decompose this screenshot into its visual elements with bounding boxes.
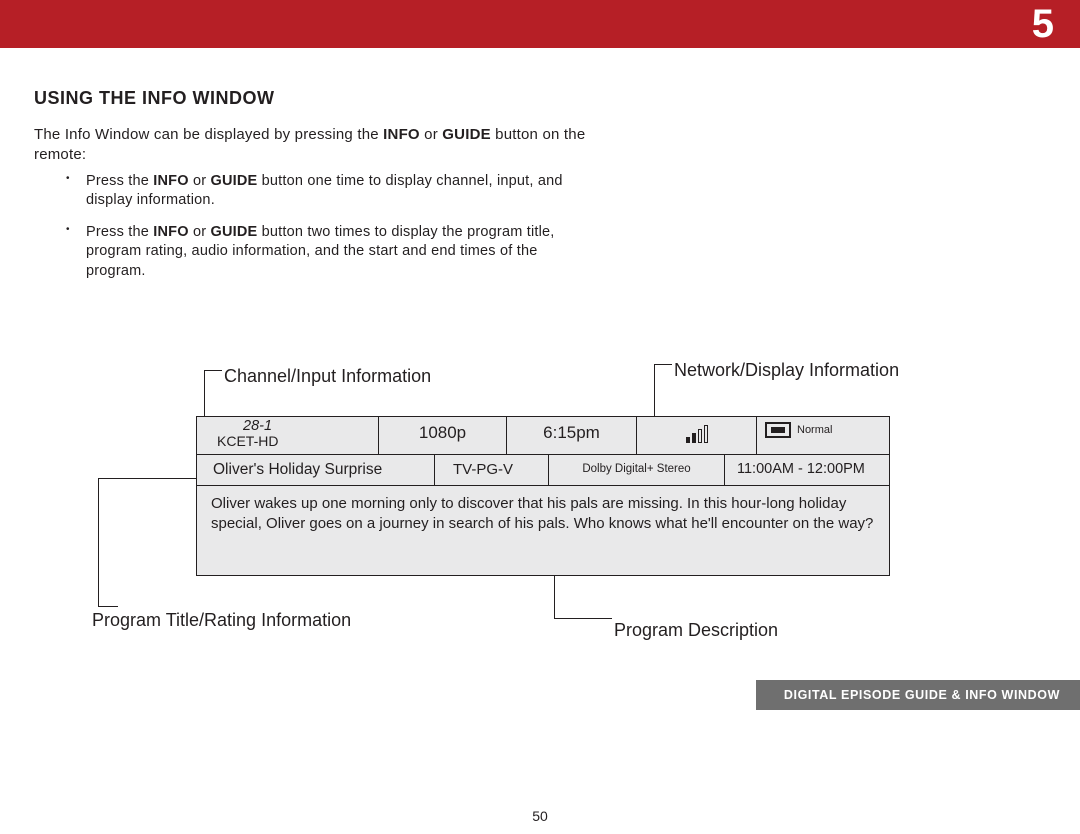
bullet1-mid: or (189, 173, 211, 189)
signal-cell (637, 417, 757, 454)
info-row-1: 28-1 KCET-HD 1080p 6:15pm Normal (197, 417, 889, 455)
channel-cell: 28-1 KCET-HD (197, 417, 379, 454)
callout-program-description: Program Description (614, 620, 778, 641)
intro-text: The Info Window can be displayed by pres… (34, 126, 383, 143)
leader-line (654, 364, 672, 365)
channel-name: KCET-HD (205, 434, 370, 449)
bullet-item-1: Press the INFO or GUIDE button one time … (86, 172, 594, 211)
info-window-diagram: Channel/Input Information Network/Displa… (34, 360, 1046, 670)
info-row-2: Oliver's Holiday Surprise TV-PG-V Dolby … (197, 455, 889, 486)
resolution-cell: 1080p (379, 417, 507, 454)
bullet1-b1: INFO (153, 173, 188, 189)
info-window-box: 28-1 KCET-HD 1080p 6:15pm Normal Oliver'… (196, 416, 890, 576)
leader-line (554, 568, 555, 618)
info-row-3: Oliver wakes up one morning only to disc… (197, 486, 889, 575)
channel-number: 28-1 (205, 419, 370, 434)
footer-section-tag: DIGITAL EPISODE GUIDE & INFO WINDOW (756, 680, 1080, 710)
audio-cell: Dolby Digital+ Stereo (549, 455, 725, 485)
bullet1-pre: Press the (86, 173, 153, 189)
intro-bold-info: INFO (383, 126, 420, 143)
program-time-cell: 11:00AM - 12:00PM (725, 455, 889, 485)
intro-bold-guide: GUIDE (442, 126, 491, 143)
page-number: 50 (532, 808, 548, 824)
leader-line (554, 618, 612, 619)
aspect-cell: Normal (757, 417, 889, 454)
time-cell: 6:15pm (507, 417, 637, 454)
callout-program-title-rating: Program Title/Rating Information (92, 610, 351, 631)
rating-cell: TV-PG-V (435, 455, 549, 485)
leader-line (98, 606, 118, 607)
bullet2-b2: GUIDE (210, 224, 257, 240)
program-description-cell: Oliver wakes up one morning only to disc… (197, 486, 889, 575)
bullet-item-2: Press the INFO or GUIDE button two times… (86, 223, 594, 282)
section-title: USING THE INFO WINDOW (34, 88, 1046, 109)
bullet-list: Press the INFO or GUIDE button one time … (34, 172, 594, 282)
aspect-mode-label: Normal (797, 424, 832, 436)
header-bar: 5 (0, 0, 1080, 48)
leader-line (204, 370, 222, 371)
leader-line (98, 478, 202, 479)
content-area: USING THE INFO WINDOW The Info Window ca… (34, 88, 1046, 293)
intro-paragraph: The Info Window can be displayed by pres… (34, 125, 594, 166)
bullet1-b2: GUIDE (210, 173, 257, 189)
bullet2-b1: INFO (153, 224, 188, 240)
chapter-number: 5 (1032, 2, 1054, 47)
signal-strength-icon (686, 425, 708, 443)
callout-channel-input: Channel/Input Information (224, 366, 431, 387)
bullet2-pre: Press the (86, 224, 153, 240)
aspect-ratio-icon (765, 422, 791, 438)
leader-line (98, 478, 99, 606)
callout-network-display: Network/Display Information (674, 360, 899, 381)
program-title-cell: Oliver's Holiday Surprise (197, 455, 435, 485)
intro-or: or (420, 126, 442, 143)
bullet2-mid: or (189, 224, 211, 240)
